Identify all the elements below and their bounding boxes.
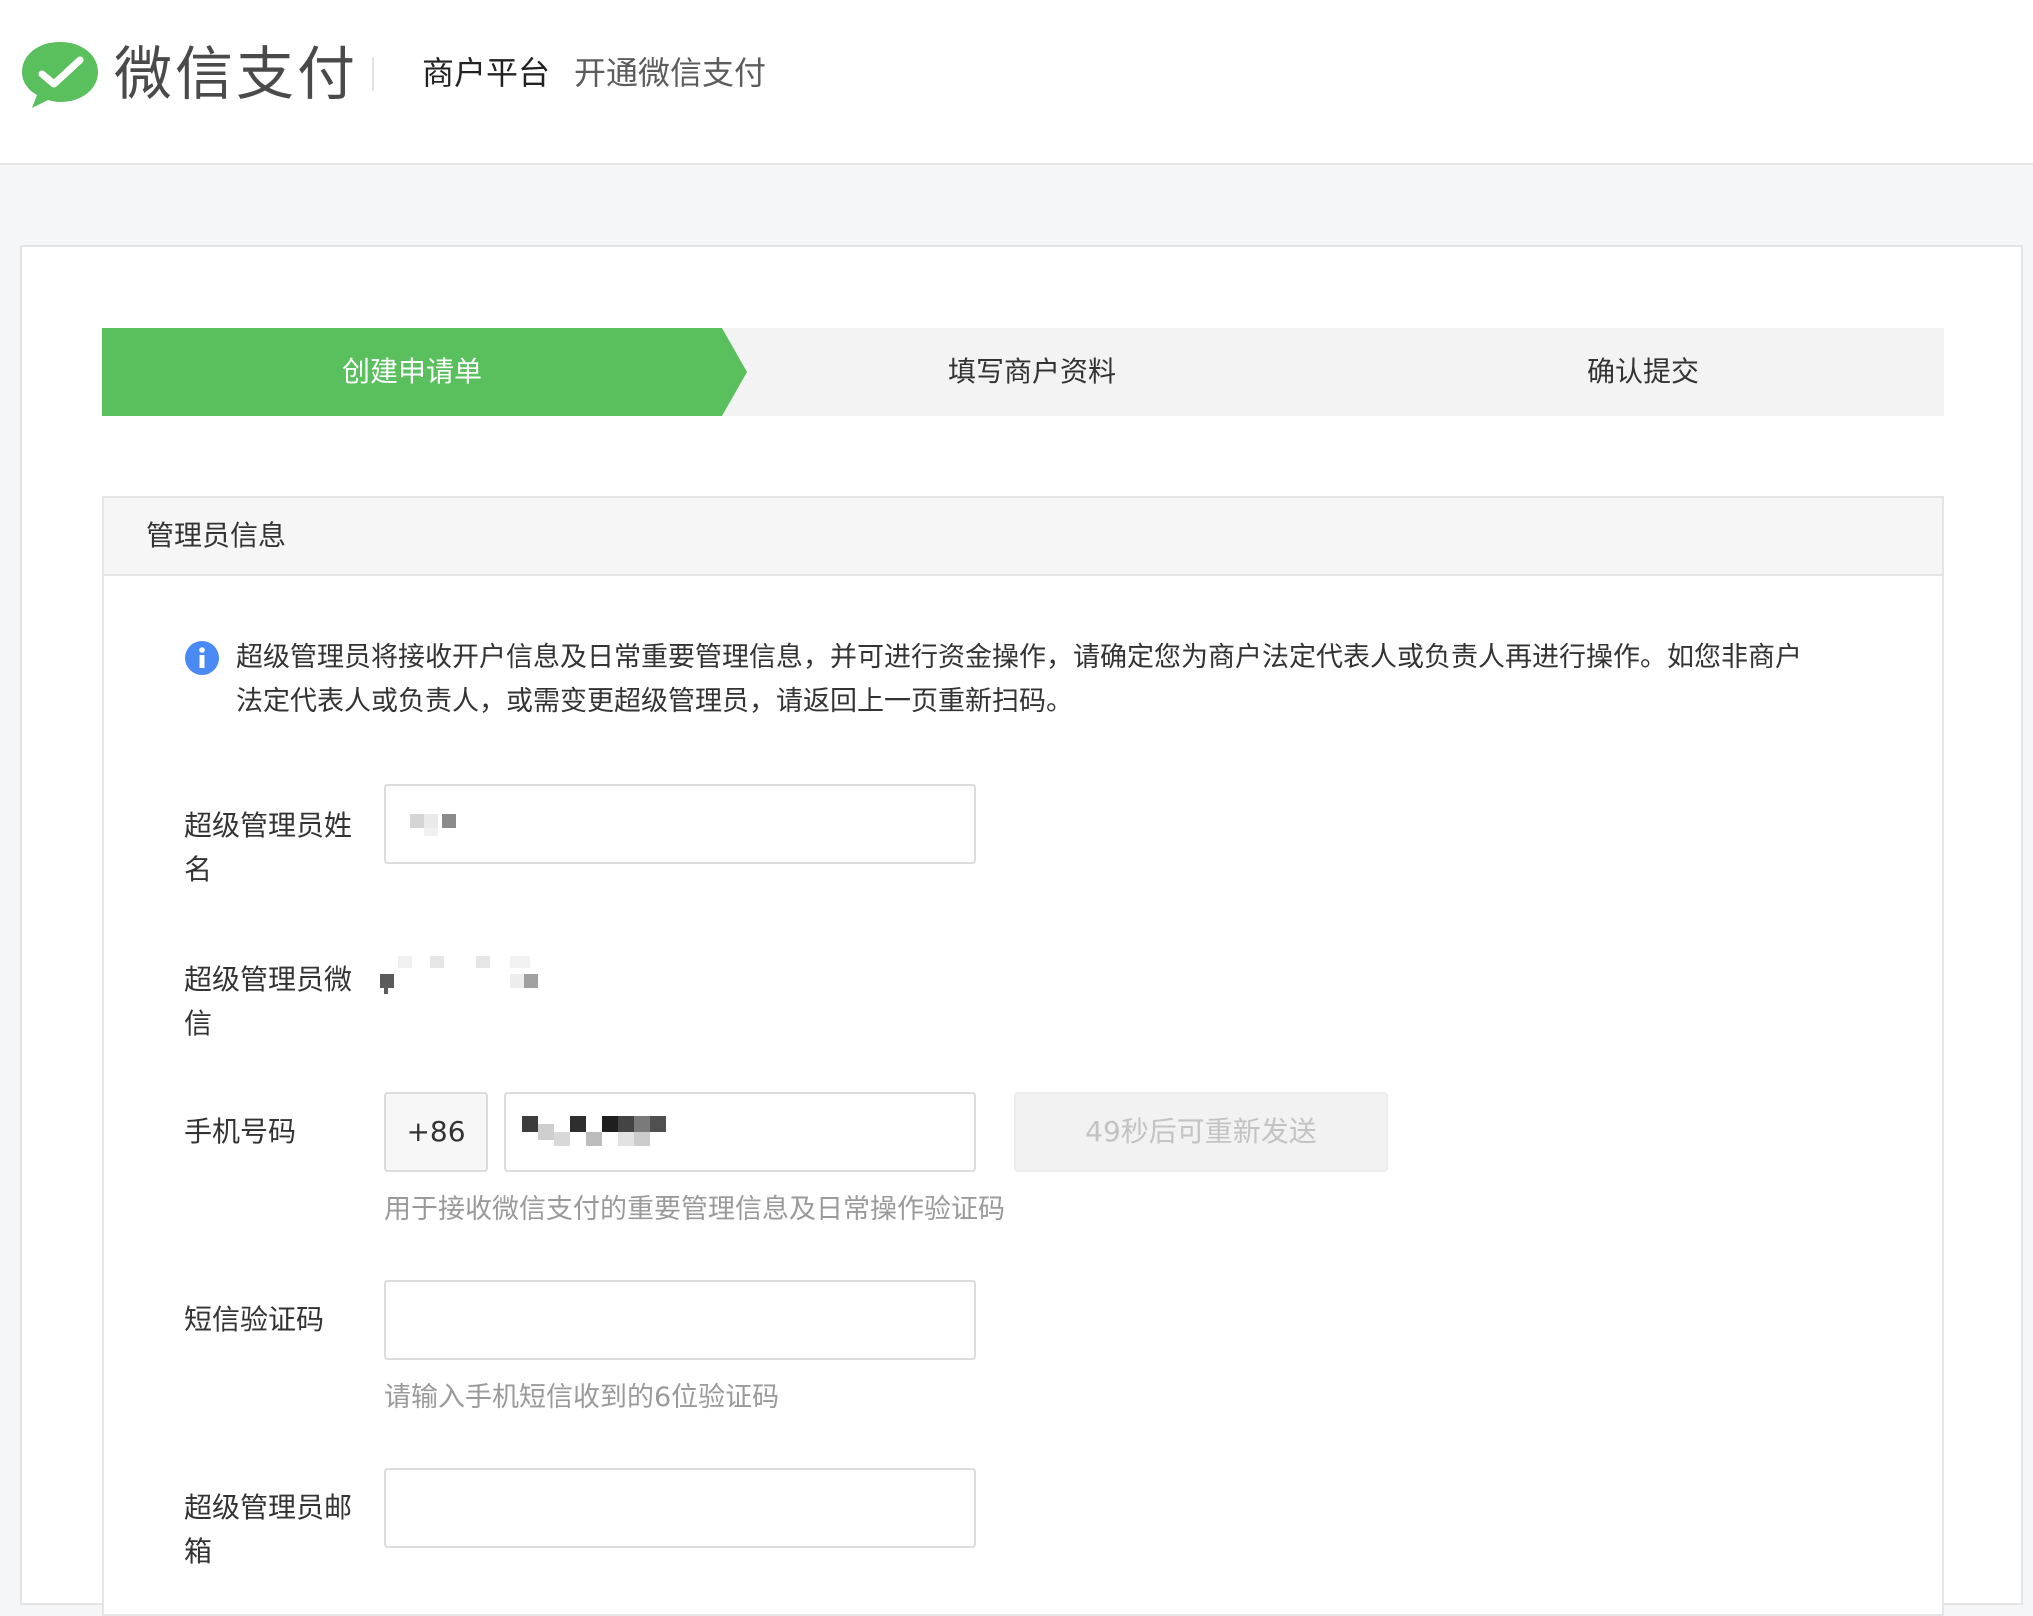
admin-wechat-label: 超级管理员微 信 <box>184 958 370 1046</box>
country-code-field[interactable]: +86 <box>384 1092 488 1172</box>
admin-wechat-label-line-1: 超级管理员微 <box>184 963 353 996</box>
admin-email-input[interactable] <box>384 1468 976 1548</box>
section-title: 管理员信息 <box>146 519 287 552</box>
admin-wechat-label-line-2: 信 <box>184 1007 213 1040</box>
section-header: 管理员信息 <box>104 498 1942 576</box>
logo-text: 微信支付 <box>114 40 359 108</box>
admin-name-label: 超级管理员姓 名 <box>184 804 370 892</box>
wechat-pay-logo-icon <box>22 42 98 108</box>
progress-steps: 创建申请单 填写商户资料 确认提交 <box>102 328 1944 416</box>
notice-line-2: 法定代表人或负责人，或需变更超级管理员，请返回上一页重新扫码。 <box>236 686 1073 717</box>
header-divider <box>372 57 374 91</box>
masked-name-value <box>410 814 470 838</box>
step-create-application: 创建申请单 <box>341 355 482 388</box>
sms-code-label: 短信验证码 <box>184 1303 325 1336</box>
top-header: 微信支付 商户平台 开通微信支付 <box>0 0 2033 165</box>
phone-hint: 用于接收微信支付的重要管理信息及日常操作验证码 <box>384 1194 1005 1225</box>
masked-wechat-value <box>380 956 560 996</box>
phone-input[interactable] <box>504 1092 976 1172</box>
step-fill-merchant-info: 填写商户资料 <box>947 355 1116 388</box>
notice-line-1: 超级管理员将接收开户信息及日常重要管理信息，并可进行资金操作，请确定您为商户法定… <box>236 642 1802 673</box>
sms-code-input[interactable] <box>384 1280 976 1360</box>
admin-name-label-line-2: 名 <box>184 853 213 886</box>
admin-name-label-line-1: 超级管理员姓 <box>184 809 353 842</box>
resend-code-button[interactable]: 49秒后可重新发送 <box>1014 1092 1388 1172</box>
phone-label: 手机号码 <box>184 1115 297 1148</box>
sms-code-hint: 请输入手机短信收到的6位验证码 <box>384 1382 780 1413</box>
page-subtitle: 开通微信支付 <box>574 54 767 92</box>
platform-name: 商户平台 <box>422 54 551 92</box>
admin-name-input[interactable] <box>384 784 976 864</box>
step-confirm-submit: 确认提交 <box>1586 355 1699 388</box>
admin-notice: 超级管理员将接收开户信息及日常重要管理信息，并可进行资金操作，请确定您为商户法定… <box>236 636 1876 724</box>
masked-phone-value <box>522 1116 702 1150</box>
admin-email-label-line-1: 超级管理员邮 <box>184 1491 353 1524</box>
info-icon <box>185 641 219 675</box>
admin-email-label-line-2: 箱 <box>184 1535 213 1568</box>
admin-email-label: 超级管理员邮 箱 <box>184 1486 370 1574</box>
